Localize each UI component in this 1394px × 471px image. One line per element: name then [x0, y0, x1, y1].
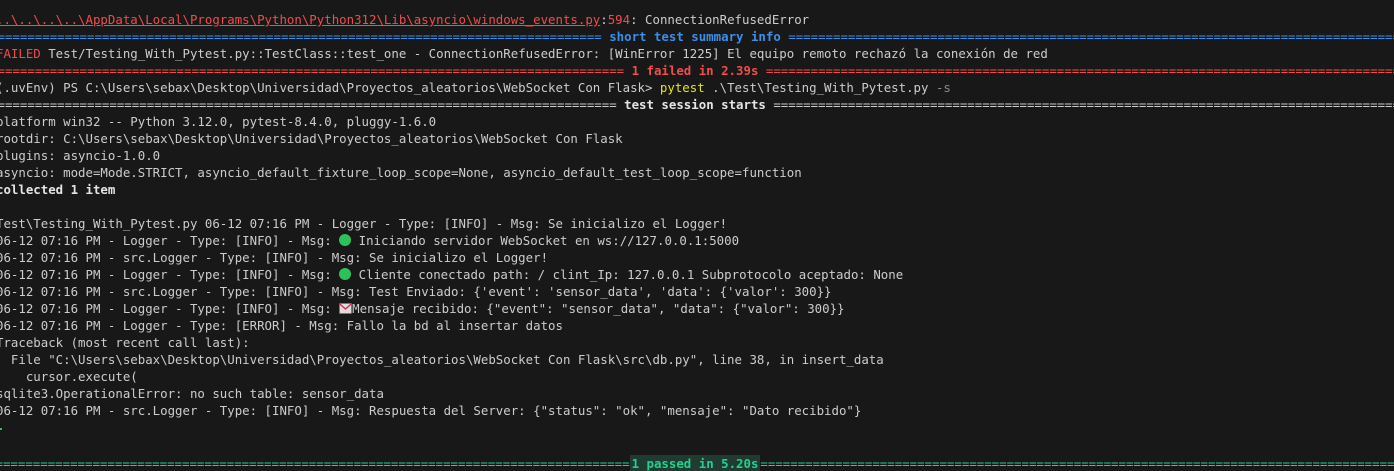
failed-message: - ConnectionRefusedError: [WinError 1225…: [406, 46, 1048, 61]
traceback-error: : ConnectionRefusedError: [630, 12, 810, 27]
green-circle-icon: [339, 268, 352, 280]
envelope-icon: [339, 303, 353, 314]
rootdir-line: rootdir: C:\Users\sebax\Desktop\Universi…: [0, 131, 623, 146]
failed-label: FAILED: [0, 46, 41, 61]
passed-summary: 1 passed in 5.20s: [629, 455, 761, 471]
traceback-line-4: sqlite3.OperationalError: no such table:…: [0, 386, 384, 401]
asyncio-line: asyncio: mode=Mode.STRICT, asyncio_defau…: [0, 165, 802, 180]
passed-separator: 1 passed in 5.20s: [0, 455, 1394, 471]
green-circle-icon: [339, 234, 352, 246]
failed-summary: 1 failed in 2.39s: [624, 63, 766, 78]
log-line-6: 06-12 07:16 PM - Logger - Type: [INFO] -…: [0, 300, 845, 317]
traceback-path[interactable]: ..\..\..\..\AppData\Local\Programs\Pytho…: [0, 12, 600, 27]
failed-line: FAILED Test/Testing_With_Pytest.py::Test…: [0, 45, 1048, 62]
log-text: Mensaje recibido: {"event": "sensor_data…: [352, 301, 845, 316]
plugins-line: plugins: asyncio-1.0.0: [0, 148, 161, 163]
log-prefix: 06-12 07:16 PM - Logger - Type: [INFO] -…: [0, 233, 340, 248]
command: pytest: [659, 80, 705, 95]
log-line-1: Test\Testing_With_Pytest.py 06-12 07:16 …: [0, 216, 728, 231]
output-marker: [0, 428, 2, 430]
traceback-location-line: ..\..\..\..\AppData\Local\Programs\Pytho…: [0, 11, 809, 28]
platform-line: platform win32 -- Python 3.12.0, pytest-…: [0, 114, 437, 129]
session-title: test session starts: [616, 97, 774, 112]
traceback-line-2: File "C:\Users\sebax\Desktop\Universidad…: [0, 352, 884, 367]
log-line-7: 06-12 07:16 PM - Logger - Type: [ERROR] …: [0, 318, 563, 333]
summary-title: short test summary info: [601, 29, 789, 44]
failed-summary-separator: 1 failed in 2.39s: [0, 62, 1394, 79]
prompt: (.uvEnv) PS C:\Users\sebax\Desktop\Unive…: [0, 80, 660, 95]
log-line-2: 06-12 07:16 PM - Logger - Type: [INFO] -…: [0, 232, 739, 249]
log-line-4: 06-12 07:16 PM - Logger - Type: [INFO] -…: [0, 266, 903, 283]
log-text: Cliente conectado path: / clint_Ip: 127.…: [351, 267, 904, 282]
prompt-line: (.uvEnv) PS C:\Users\sebax\Desktop\Unive…: [0, 79, 951, 96]
log-prefix: 06-12 07:16 PM - Logger - Type: [INFO] -…: [0, 267, 340, 282]
log-line-8: 06-12 07:16 PM - src.Logger - Type: [INF…: [0, 403, 862, 418]
session-separator: test session starts: [0, 96, 1394, 113]
traceback-line-1: Traceback (most recent call last):: [0, 335, 250, 350]
log-line-5: 06-12 07:16 PM - src.Logger - Type: [INF…: [0, 284, 832, 299]
traceback-line-3: cursor.execute(: [0, 369, 138, 384]
command-arg: .\Test\Testing_With_Pytest.py: [704, 80, 929, 95]
log-prefix: 06-12 07:16 PM - Logger - Type: [INFO] -…: [0, 301, 340, 316]
traceback-lineno: 594: [607, 12, 631, 27]
log-text: Iniciando servidor WebSocket en ws://127…: [351, 233, 740, 248]
terminal-panel[interactable]: ..\..\..\..\AppData\Local\Programs\Pytho…: [0, 0, 1394, 471]
collected-line: collected 1 item: [0, 182, 116, 197]
log-line-3: 06-12 07:16 PM - src.Logger - Type: [INF…: [0, 250, 549, 265]
summary-separator: short test summary info: [0, 28, 1394, 45]
command-flag: -s: [928, 80, 951, 95]
failed-test: Test/Testing_With_Pytest.py::TestClass::…: [40, 46, 407, 61]
